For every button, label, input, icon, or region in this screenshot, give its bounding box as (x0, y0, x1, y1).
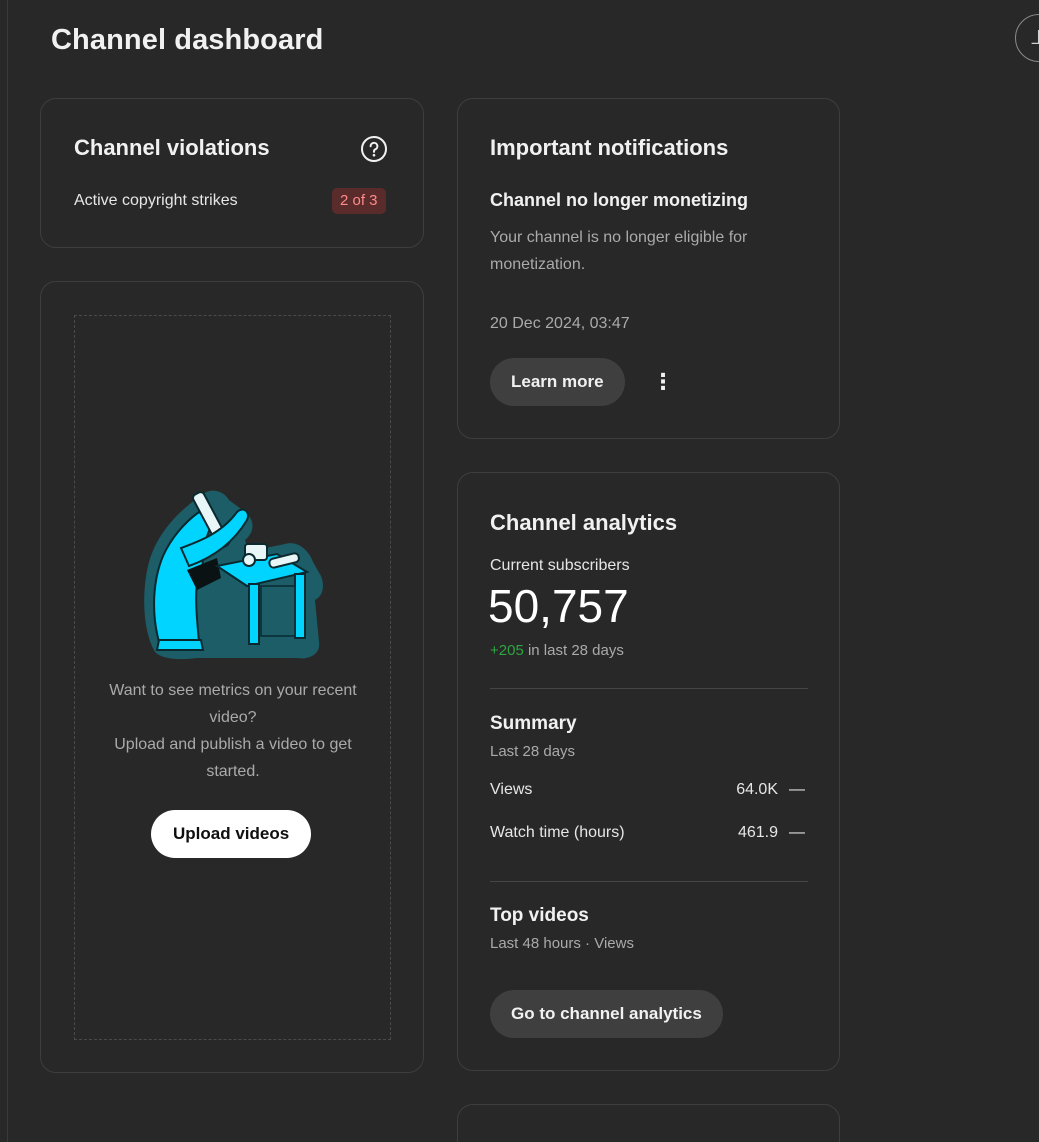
metric-value-views: 64.0K (736, 781, 778, 798)
divider (490, 881, 808, 882)
upload-videos-button[interactable]: Upload videos (151, 810, 312, 858)
channel-analytics-card: Channel analytics Current subscribers 50… (457, 472, 840, 1071)
top-videos-subtitle: Last 48 hours · Views (490, 935, 634, 952)
metric-trend-views: — (789, 781, 805, 798)
account-icon: ⊥ (1030, 27, 1039, 49)
more-vert-icon[interactable]: ⋮ (651, 367, 675, 397)
learn-more-button[interactable]: Learn more (490, 358, 625, 406)
left-divider (7, 0, 8, 1142)
upload-message-line1: Want to see metrics on your recent video… (109, 682, 357, 726)
metric-label-views: Views (490, 781, 533, 798)
microscope-illustration (144, 490, 323, 660)
next-card (457, 1104, 840, 1142)
go-to-channel-analytics-button[interactable]: Go to channel analytics (490, 990, 723, 1038)
upload-message-line2: Upload and publish a video to get starte… (114, 736, 352, 780)
metric-value-watch-time: 461.9 (737, 824, 778, 841)
upload-message: Want to see metrics on your recent video… (89, 677, 377, 785)
notification-date: 20 Dec 2024, 03:47 (490, 315, 630, 332)
dashboard-page: Channel dashboard ⊥ Channel violations A… (0, 0, 1039, 1142)
important-notifications-card: Important notifications Channel no longe… (457, 98, 840, 439)
summary-title: Summary (490, 713, 577, 734)
page-title: Channel dashboard (51, 24, 324, 56)
upload-prompt-card: Want to see metrics on your recent video… (40, 281, 424, 1073)
subscribers-delta-value: +205 (490, 642, 524, 659)
summary-period: Last 28 days (490, 743, 576, 760)
subscribers-delta-suffix: in last 28 days (527, 642, 624, 659)
card-title: Important notifications (490, 135, 729, 160)
subscribers-label: Current subscribers (490, 557, 630, 574)
subscribers-delta: +205 in last 28 days (490, 642, 624, 659)
copyright-strikes-label: Active copyright strikes (74, 192, 238, 209)
subscribers-count: 50,757 (488, 580, 629, 632)
help-circle-icon[interactable] (360, 135, 388, 163)
notification-heading: Channel no longer monetizing (490, 190, 748, 210)
card-title: Channel analytics (490, 510, 678, 535)
channel-violations-card: Channel violations Active copyright stri… (40, 98, 424, 248)
notification-body: Your channel is no longer eligible for m… (490, 229, 748, 273)
divider (490, 688, 808, 689)
card-title: Channel violations (74, 135, 270, 160)
top-videos-title: Top videos (490, 905, 589, 926)
metric-label-watch-time: Watch time (hours) (490, 824, 625, 841)
metric-trend-watch-time: — (789, 824, 805, 841)
copyright-strikes-badge: 2 of 3 (332, 188, 386, 214)
account-button[interactable]: ⊥ (1015, 14, 1039, 62)
